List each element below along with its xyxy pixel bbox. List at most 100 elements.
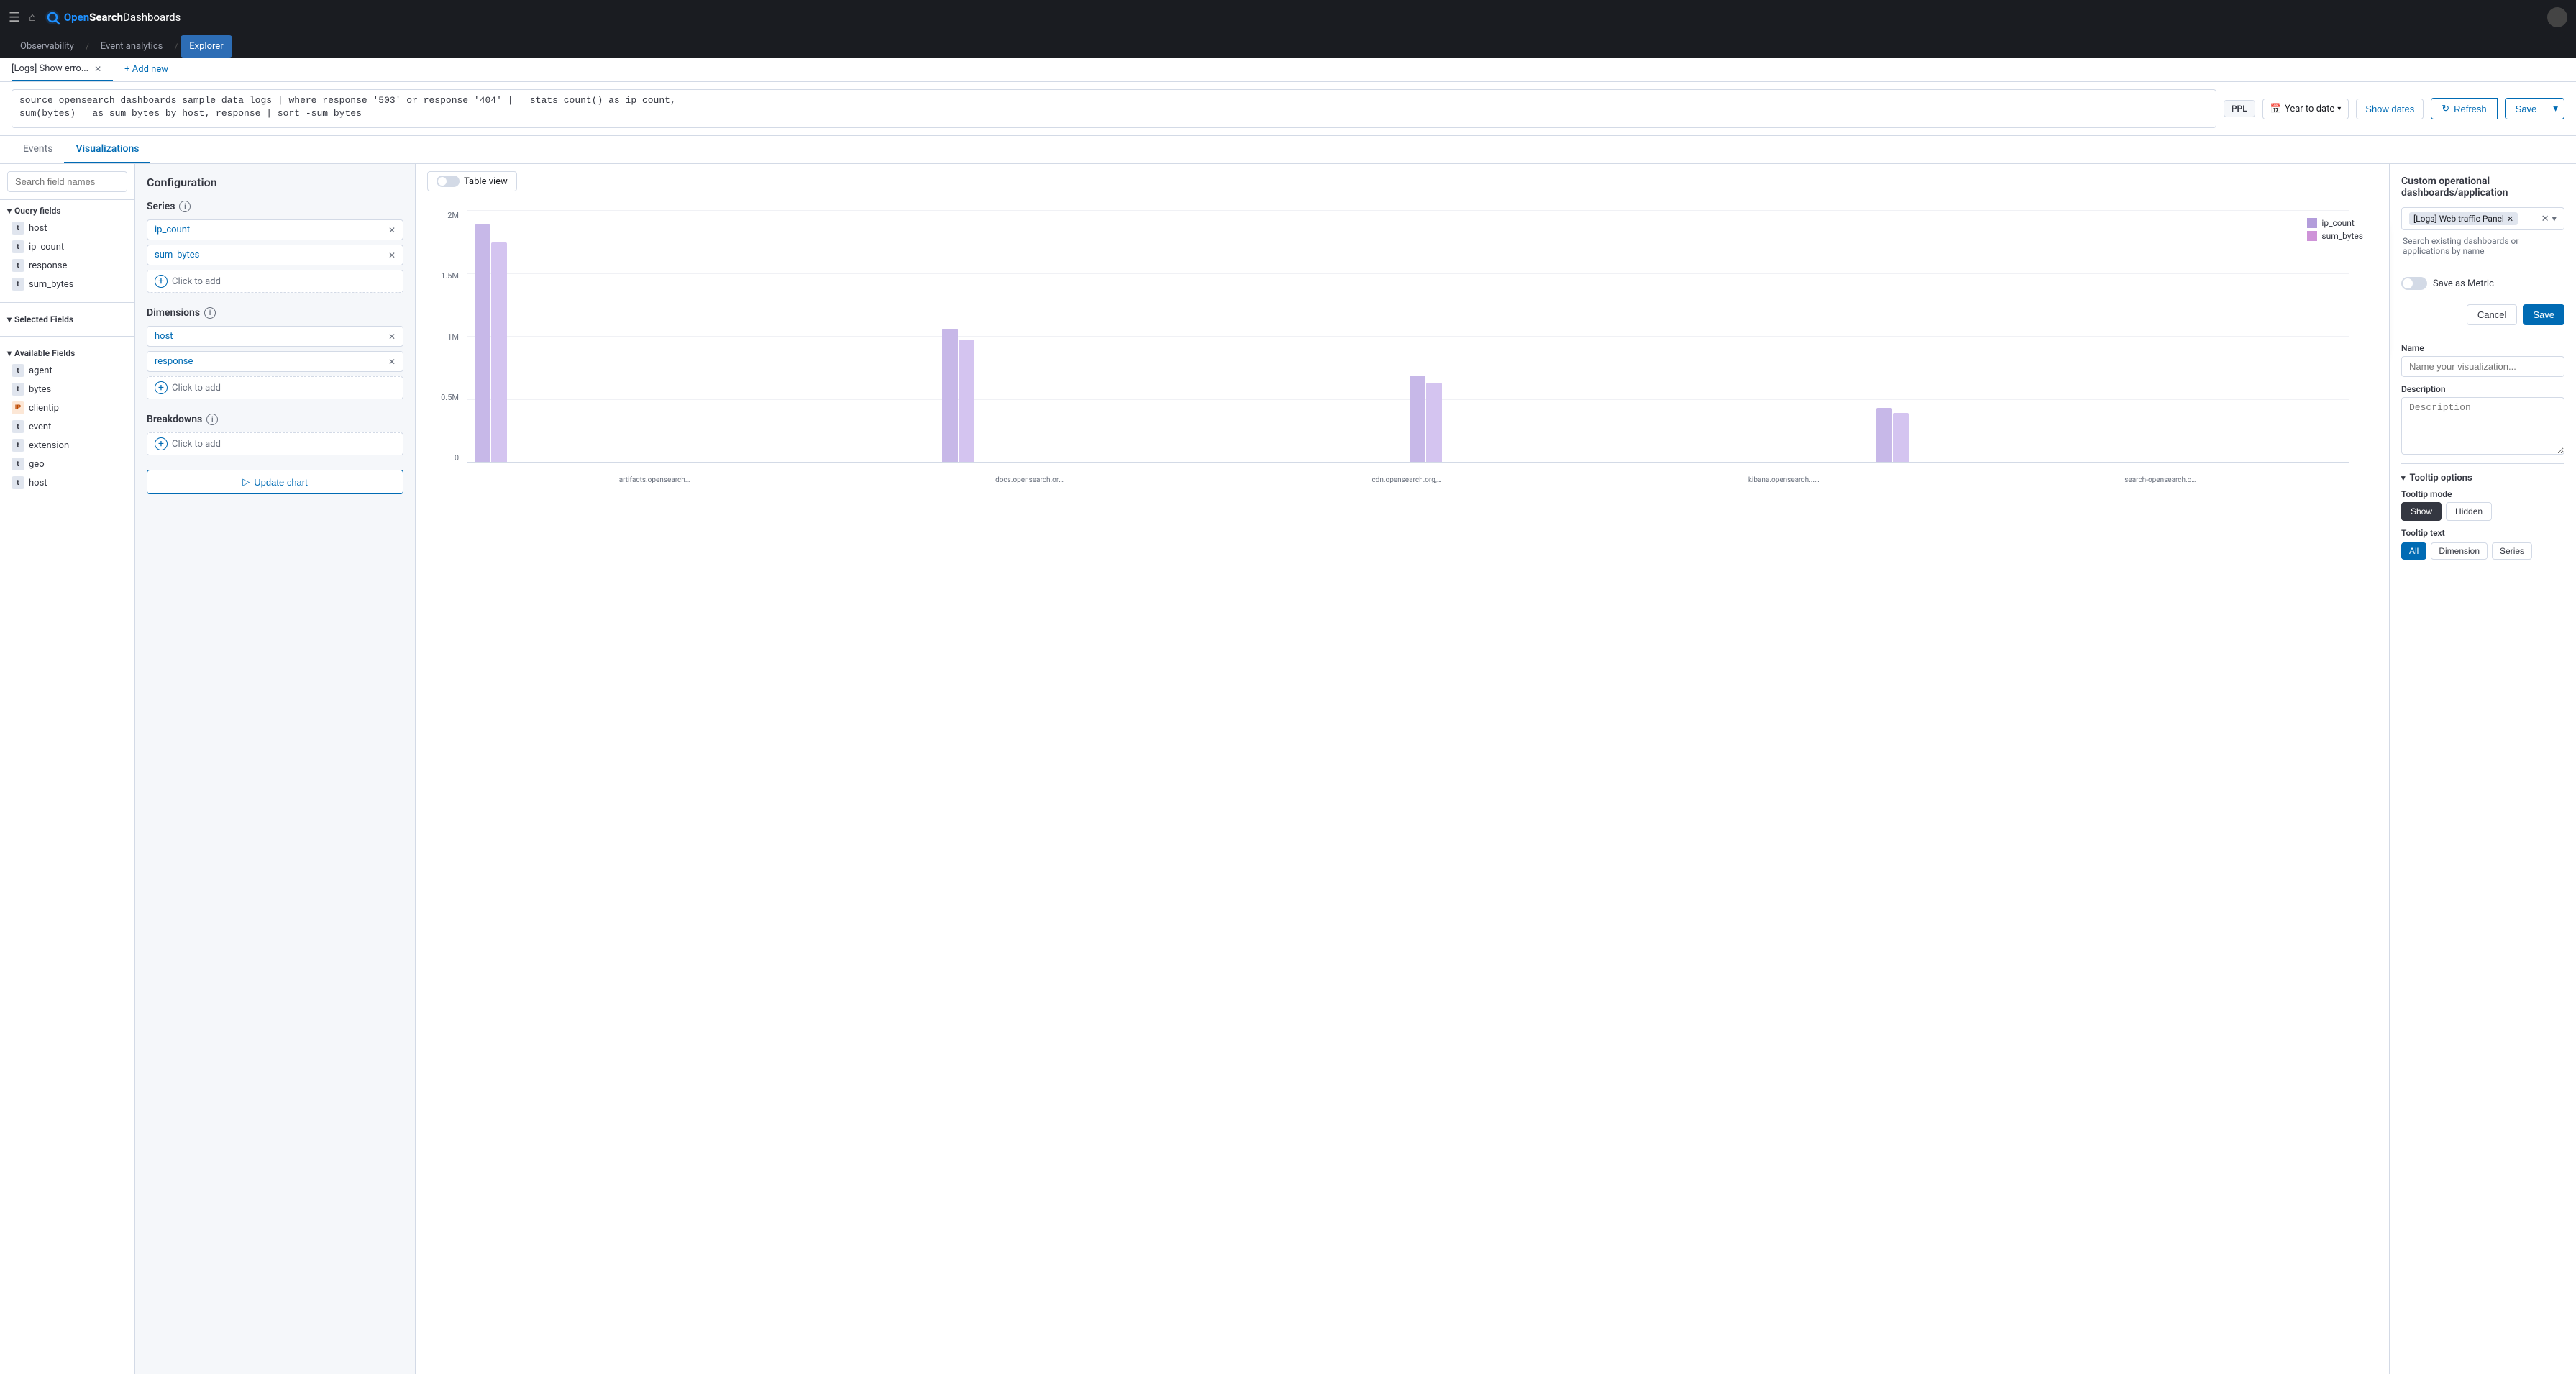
tooltip-text-all[interactable]: All (2401, 542, 2426, 560)
avatar[interactable] (2547, 7, 2567, 27)
field-type-badge: t (12, 420, 24, 433)
tab-add[interactable]: + Add new (113, 58, 180, 81)
tooltip-mode-show[interactable]: Show (2401, 502, 2442, 521)
chevron-down-icon: ▾ (7, 206, 12, 216)
breakdowns-info-icon[interactable]: i (206, 414, 218, 425)
available-field-geo[interactable]: t geo (7, 455, 127, 473)
clear-icon[interactable]: ✕ (2541, 214, 2549, 224)
bar-ip-3[interactable] (1876, 408, 1892, 462)
table-view-toggle[interactable]: Table view (427, 171, 517, 191)
available-field-clientip[interactable]: IP clientip (7, 399, 127, 417)
series-tag-ip-count[interactable]: ip_count ✕ (147, 219, 403, 240)
query-input-wrap[interactable] (12, 89, 2216, 128)
dimensions-section: Dimensions i host ✕ response ✕ + Click t… (147, 307, 403, 399)
cancel-button[interactable]: Cancel (2467, 304, 2517, 325)
dimensions-header: Dimensions i (147, 307, 403, 319)
plus-circle-icon: + (155, 437, 168, 450)
plus-circle-icon: + (155, 275, 168, 288)
search-input[interactable] (7, 171, 127, 192)
bar-ip-0[interactable] (475, 224, 490, 462)
sidebar-divider (0, 302, 134, 303)
selected-fields-section: ▾ Selected Fields (0, 309, 134, 330)
breadcrumb: Observability / Event analytics / Explor… (0, 35, 2576, 58)
breadcrumb-item-observability[interactable]: Observability (12, 35, 83, 58)
dashboard-select[interactable]: [Logs] Web traffic Panel ✕ ✕ ▾ (2401, 207, 2564, 230)
query-field-response[interactable]: t response (7, 256, 127, 275)
bar-bytes-3[interactable] (1893, 413, 1909, 462)
chart-content: ip_count sum_bytes 2M 1.5M 1M 0.5M 0 (416, 199, 2389, 1374)
tooltip-text-series[interactable]: Series (2492, 542, 2532, 560)
calendar-button[interactable]: 📅 Year to date ▾ (2262, 99, 2349, 119)
dimension-tag-close[interactable]: ✕ (388, 357, 396, 367)
dashboard-tag: [Logs] Web traffic Panel ✕ (2409, 212, 2518, 225)
query-field-host[interactable]: t host (7, 219, 127, 237)
available-field-extension[interactable]: t extension (7, 436, 127, 455)
series-tag-close[interactable]: ✕ (388, 250, 396, 260)
ppl-badge[interactable]: PPL (2224, 100, 2255, 117)
tooltip-mode-hidden[interactable]: Hidden (2446, 502, 2492, 521)
refresh-button[interactable]: ↻ Refresh (2431, 98, 2497, 119)
query-bar: PPL 📅 Year to date ▾ Show dates ↻ Refres… (0, 82, 2576, 136)
bar-group-2 (1410, 376, 1442, 462)
tab-visualizations[interactable]: Visualizations (64, 136, 150, 163)
tab-logs-close[interactable]: ✕ (94, 64, 101, 74)
update-chart-button[interactable]: ▷ Update chart (147, 470, 403, 494)
series-click-to-add[interactable]: + Click to add (147, 270, 403, 293)
save-as-metric-toggle[interactable] (2401, 277, 2427, 290)
chevron-down-icon[interactable]: ▾ (2552, 214, 2557, 224)
available-field-bytes[interactable]: t bytes (7, 380, 127, 399)
bar-ip-1[interactable] (942, 329, 958, 462)
tooltip-text-dimension[interactable]: Dimension (2431, 542, 2488, 560)
menu-icon[interactable]: ☰ (9, 10, 20, 25)
field-type-badge: t (12, 278, 24, 291)
name-input[interactable] (2401, 356, 2564, 377)
field-type-badge: IP (12, 401, 24, 414)
available-field-event[interactable]: t event (7, 417, 127, 436)
query-field-ip-count[interactable]: t ip_count (7, 237, 127, 256)
toggle-switch[interactable] (437, 176, 460, 187)
breakdowns-click-to-add[interactable]: + Click to add (147, 432, 403, 455)
query-input[interactable] (19, 94, 2209, 123)
bar-bytes-2[interactable] (1426, 383, 1442, 462)
series-tag-close[interactable]: ✕ (388, 225, 396, 235)
breakdowns-header: Breakdowns i (147, 414, 403, 425)
breadcrumb-item-explorer[interactable]: Explorer (181, 35, 232, 58)
available-fields-header[interactable]: ▾ Available Fields (7, 348, 127, 358)
breadcrumb-item-event-analytics[interactable]: Event analytics (92, 35, 172, 58)
tab-logs[interactable]: [Logs] Show erro... ✕ (12, 58, 113, 81)
bar-bytes-1[interactable] (959, 340, 974, 462)
home-icon[interactable]: ⌂ (29, 10, 36, 24)
available-fields-section: ▾ Available Fields t agent t bytes IP cl… (0, 342, 134, 495)
bar-ip-2[interactable] (1410, 376, 1425, 462)
logo-search: Search (89, 11, 123, 24)
save-action-button[interactable]: Save (2523, 304, 2564, 325)
save-main-button[interactable]: Save (2505, 98, 2547, 119)
description-label: Description (2401, 384, 2564, 394)
query-fields-header[interactable]: ▾ Query fields (7, 206, 127, 216)
y-axis: 2M 1.5M 1M 0.5M 0 (427, 211, 463, 484)
selected-fields-header[interactable]: ▾ Selected Fields (7, 314, 127, 324)
dimension-tag-close[interactable]: ✕ (388, 332, 396, 342)
show-dates-button[interactable]: Show dates (2356, 99, 2424, 119)
dimensions-info-icon[interactable]: i (204, 307, 216, 319)
available-field-host[interactable]: t host (7, 473, 127, 492)
play-icon: ▷ (242, 476, 250, 488)
available-field-agent[interactable]: t agent (7, 361, 127, 380)
main-layout: ▾ Query fields t host t ip_count t respo… (0, 164, 2576, 1374)
config-panel: Configuration Series i ip_count ✕ sum_by… (135, 164, 416, 1374)
calendar-icon: 📅 (2270, 104, 2282, 114)
field-type-badge: t (12, 458, 24, 470)
tooltip-options-header[interactable]: ▾ Tooltip options (2401, 473, 2564, 483)
bar-bytes-0[interactable] (491, 242, 507, 462)
tag-close-icon[interactable]: ✕ (2507, 214, 2513, 224)
dimension-tag-response[interactable]: response ✕ (147, 351, 403, 372)
query-field-sum-bytes[interactable]: t sum_bytes (7, 275, 127, 294)
right-panel-title: Custom operational dashboards/applicatio… (2401, 176, 2564, 199)
dimensions-click-to-add[interactable]: + Click to add (147, 376, 403, 399)
save-caret-button[interactable]: ▾ (2547, 98, 2564, 119)
description-textarea[interactable] (2401, 397, 2564, 455)
series-tag-sum-bytes[interactable]: sum_bytes ✕ (147, 245, 403, 265)
series-info-icon[interactable]: i (179, 201, 191, 212)
dimension-tag-host[interactable]: host ✕ (147, 326, 403, 347)
tab-events[interactable]: Events (12, 136, 64, 163)
